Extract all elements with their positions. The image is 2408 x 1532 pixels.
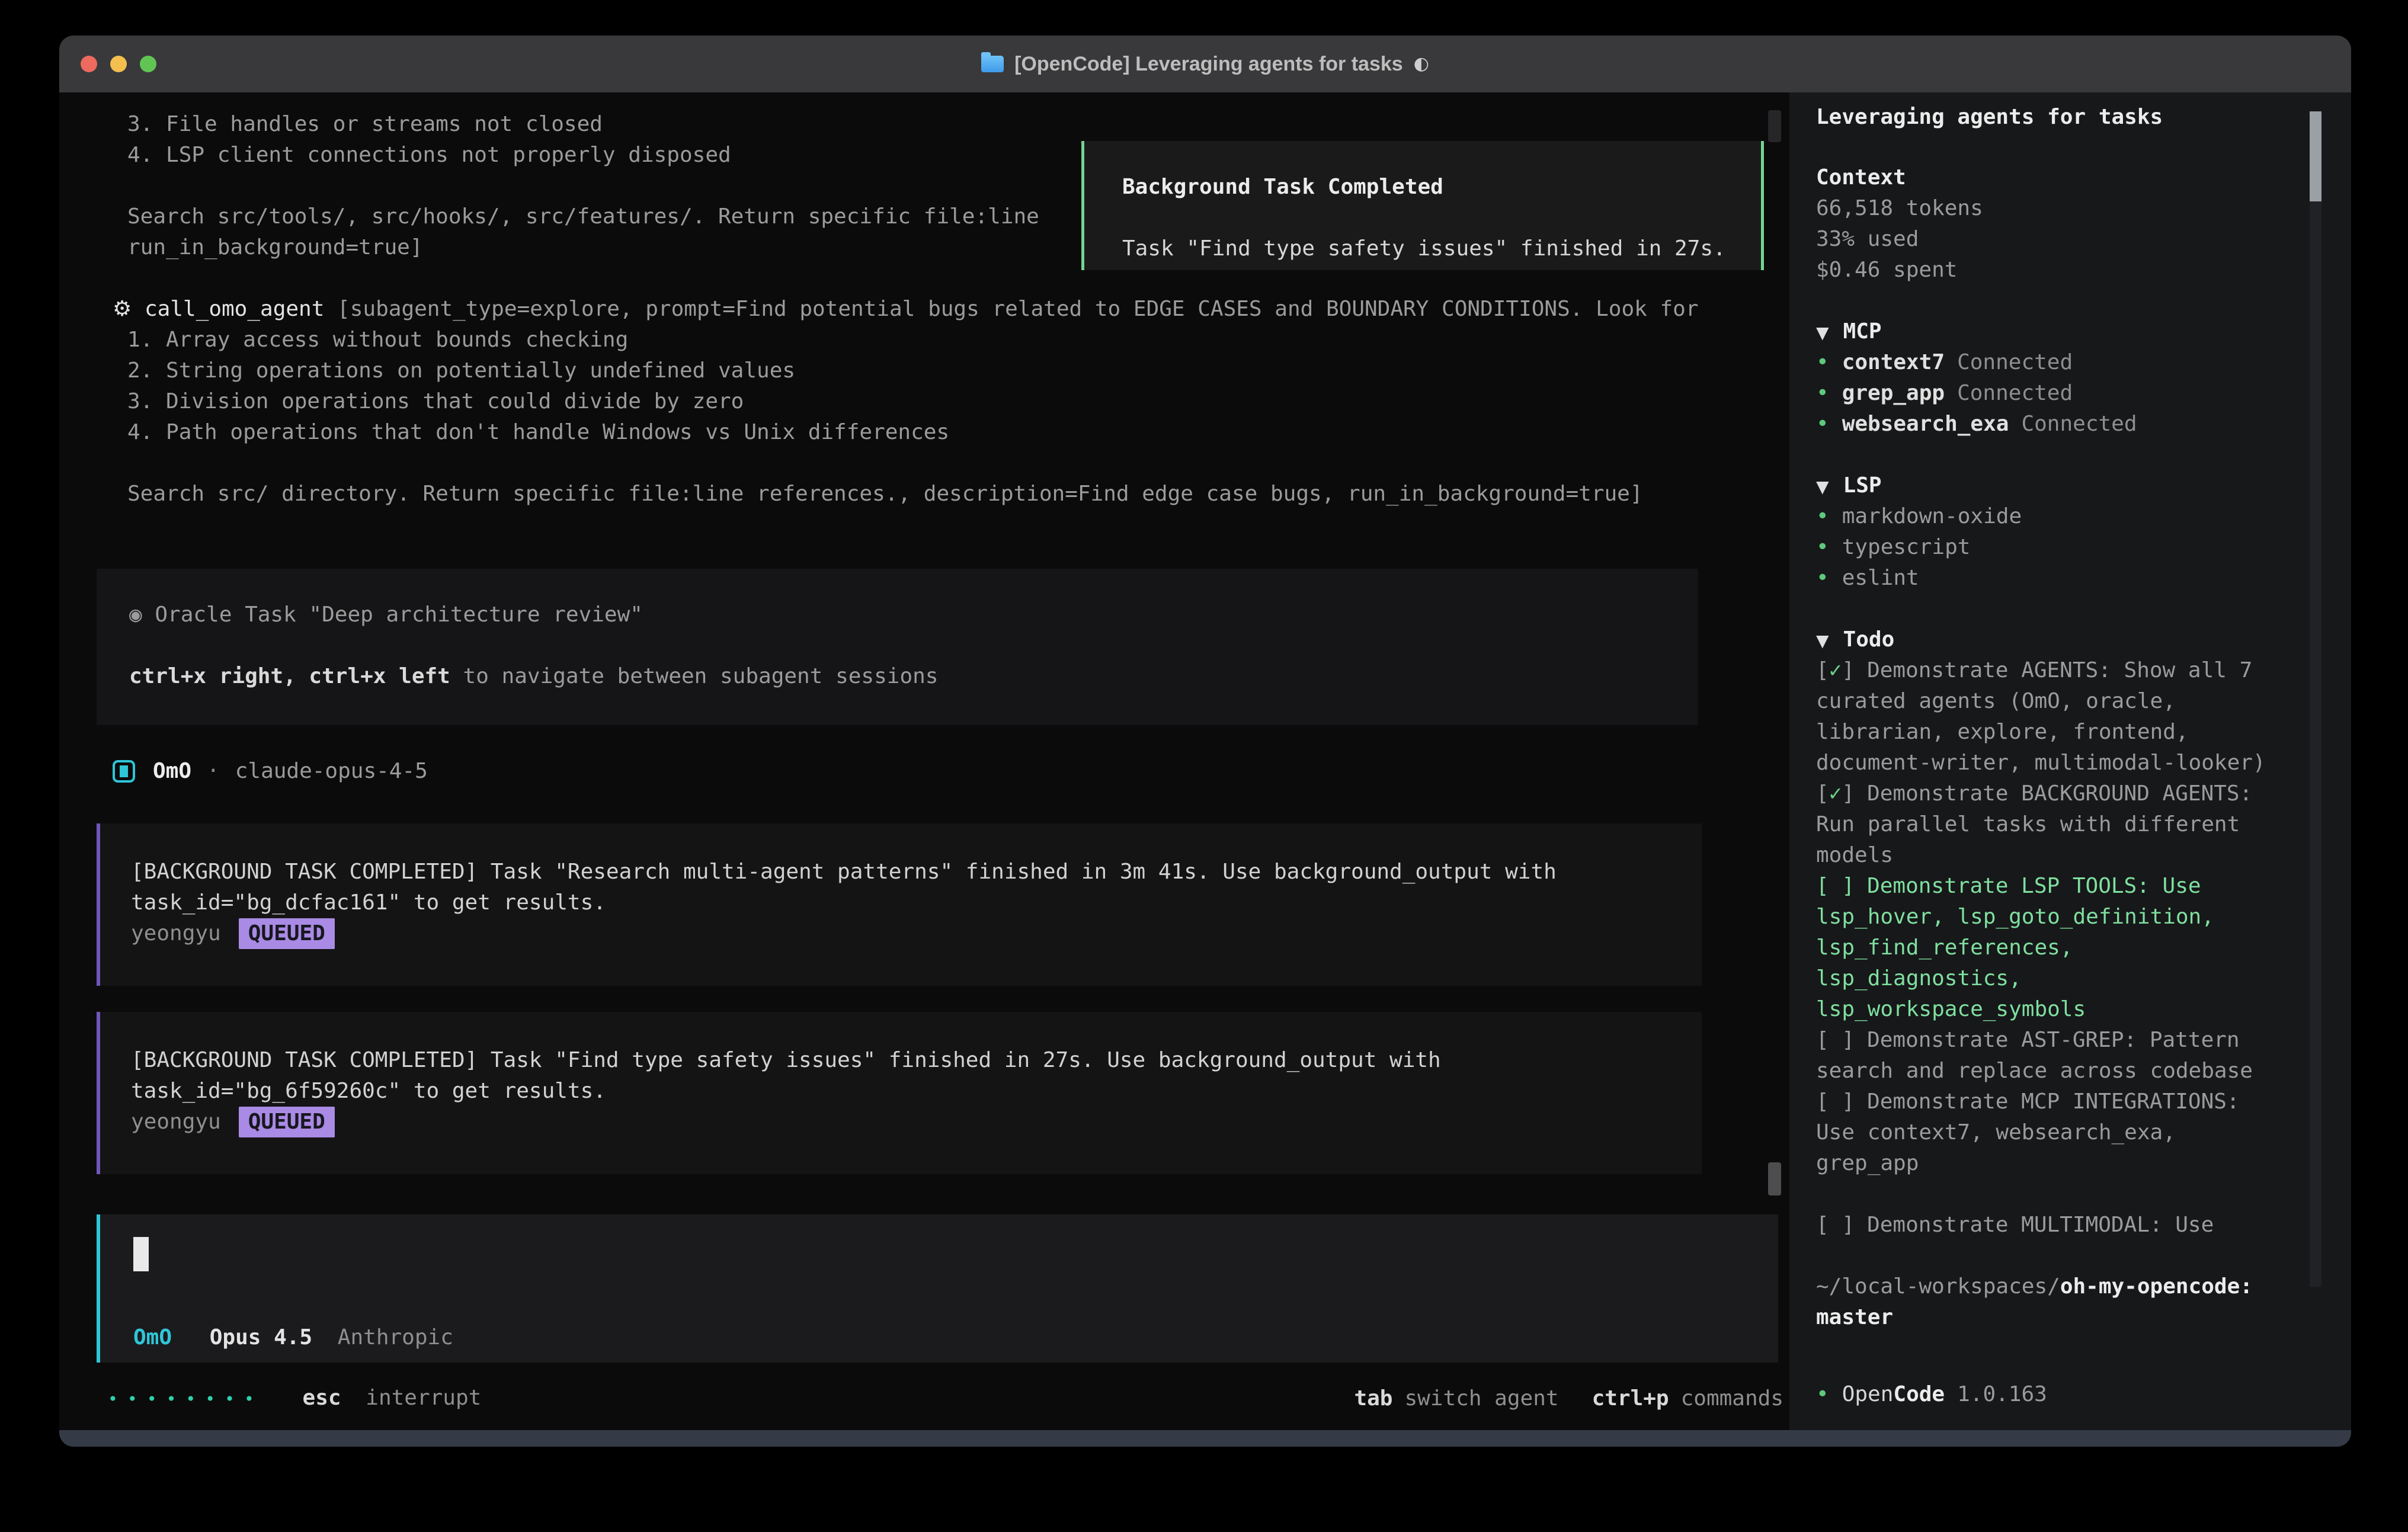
- oracle-hint-keys: ctrl+x right, ctrl+x left: [129, 664, 450, 688]
- statusbar: •••••••• esc interrupt tab switch agent …: [108, 1383, 1783, 1415]
- screenshot-stage: [OpenCode] Leveraging agents for tasks ◐…: [0, 0, 2408, 1532]
- mcp-item: •websearch_exaConnected: [1816, 409, 2290, 440]
- task-message-meta: yeongyu QUEUED: [131, 918, 335, 949]
- session-title: Leveraging agents for tasks: [1816, 102, 2290, 133]
- task-message-body: [BACKGROUND TASK COMPLETED] Task "Find t…: [131, 1045, 1648, 1107]
- status-dot-icon: •: [1816, 535, 1829, 559]
- mcp-item: •context7Connected: [1816, 347, 2290, 378]
- status-dot-icon: •: [1816, 412, 1829, 436]
- chevron-down-icon: ▼: [1816, 631, 1829, 650]
- chevron-down-icon: ▼: [1816, 477, 1829, 496]
- input-model-label: Opus 4.5: [210, 1325, 312, 1350]
- half-circle-indicator-icon: ◐: [1414, 49, 1429, 79]
- statusbar-right: tab switch agent ctrl+p commands: [1354, 1383, 1783, 1414]
- oracle-task-title: ◉ Oracle Task "Deep architecture review": [129, 600, 643, 630]
- agent-name: OmO: [153, 756, 191, 787]
- chevron-down-icon: ▼: [1816, 323, 1829, 342]
- transcript-line: 3. File handles or streams not closed: [127, 109, 603, 140]
- background-task-toast: Background Task Completed Task "Find typ…: [1081, 141, 1764, 270]
- checkbox-checked-icon: [✓]: [1816, 658, 1855, 682]
- lsp-section-header[interactable]: ▼LSP: [1816, 470, 2290, 502]
- window-bottom-bar: [59, 1430, 2351, 1447]
- sidebar-scrollbar-track[interactable]: [2310, 111, 2321, 1287]
- input-meta: OmO Opus 4.5 Anthropic: [133, 1322, 453, 1353]
- context-heading: Context: [1816, 162, 2290, 193]
- todo-item: [ ]Demonstrate MCP INTEGRATIONS: Use con…: [1816, 1086, 2290, 1179]
- toast-body: Task "Find type safety issues" finished …: [1122, 233, 1726, 264]
- status-dot-icon: •: [1816, 381, 1829, 405]
- context-tokens: 66,518 tokens: [1816, 193, 2290, 224]
- todo-item: [ ]Demonstrate AST-GREP: Pattern search …: [1816, 1025, 2290, 1086]
- prompt-input[interactable]: OmO Opus 4.5 Anthropic: [97, 1214, 1778, 1363]
- task-message-meta: yeongyu QUEUED: [131, 1107, 335, 1137]
- window-title: [OpenCode] Leveraging agents for tasks: [1014, 49, 1403, 79]
- tab-key-hint: tab: [1354, 1383, 1392, 1414]
- status-dot-icon: •: [1816, 1382, 1829, 1406]
- toast-title: Background Task Completed: [1122, 172, 1443, 203]
- todo-item-active: [ ]Demonstrate LSP TOOLS: Use lsp_hover,…: [1816, 871, 2290, 1025]
- oracle-hint-text: to navigate between subagent sessions: [450, 664, 939, 688]
- checkbox-empty-icon: [ ]: [1816, 1089, 1855, 1114]
- main-scrollbar-thumb[interactable]: [1768, 1162, 1781, 1196]
- tool-call-tail: Search src/ directory. Return specific f…: [127, 479, 1643, 509]
- ctrlp-key-hint: ctrl+p: [1592, 1383, 1669, 1414]
- lsp-item: •eslint: [1816, 563, 2290, 594]
- agent-header: OmO · claude-opus-4-5: [113, 756, 428, 787]
- text-cursor: [133, 1237, 149, 1271]
- checkbox-empty-icon: [ ]: [1816, 1028, 1855, 1052]
- lsp-item: •typescript: [1816, 532, 2290, 563]
- oracle-task-hint: ctrl+x right, ctrl+x left to navigate be…: [129, 661, 938, 692]
- titlebar: [OpenCode] Leveraging agents for tasks ◐: [59, 36, 2351, 92]
- workspace-path: ~/local-workspaces/oh-my-opencode: maste…: [1816, 1271, 2290, 1333]
- transcript-line: 4. LSP client connections not properly d…: [127, 140, 731, 171]
- task-message: [BACKGROUND TASK COMPLETED] Task "Resear…: [97, 823, 1702, 986]
- task-author: yeongyu: [131, 1107, 221, 1137]
- gear-icon: ⚙: [113, 297, 132, 321]
- tab-key-label: switch agent: [1404, 1383, 1558, 1414]
- todo-item: [✓]Demonstrate AGENTS: Show all 7 curate…: [1816, 655, 2290, 778]
- mcp-section-header[interactable]: ▼MCP: [1816, 316, 2290, 348]
- status-badge: QUEUED: [239, 918, 335, 949]
- todo-item: [ ]Demonstrate MULTIMODAL: Use: [1816, 1210, 2290, 1241]
- main-scrollbar-thumb[interactable]: [1768, 110, 1781, 142]
- input-agent-label: OmO: [133, 1325, 172, 1350]
- tool-call-line: ⚙ call_omo_agent [subagent_type=explore,…: [113, 294, 1699, 325]
- status-dot-icon: •: [1816, 566, 1829, 590]
- lsp-item: •markdown-oxide: [1816, 501, 2290, 532]
- tool-call-name: call_omo_agent: [145, 297, 324, 321]
- task-message-body: [BACKGROUND TASK COMPLETED] Task "Resear…: [131, 857, 1648, 918]
- status-badge: QUEUED: [239, 1107, 335, 1137]
- context-used: 33% used: [1816, 224, 2290, 255]
- mcp-item: •grep_appConnected: [1816, 378, 2290, 409]
- checkbox-checked-icon: [✓]: [1816, 781, 1855, 806]
- tool-call-args: [subagent_type=explore, prompt=Find pote…: [324, 297, 1698, 321]
- status-dot-icon: •: [1816, 504, 1829, 528]
- omo-agent-icon: [113, 760, 135, 783]
- input-provider-label: Anthropic: [338, 1325, 453, 1350]
- transcript-line: Search src/tools/, src/hooks/, src/featu…: [127, 201, 1039, 232]
- statusbar-left: •••••••• esc interrupt: [108, 1383, 481, 1415]
- sidebar-scrollbar-thumb[interactable]: [2310, 111, 2321, 201]
- folder-icon: [981, 56, 1004, 72]
- task-message: [BACKGROUND TASK COMPLETED] Task "Find t…: [97, 1012, 1702, 1174]
- spinner-dots-icon: ••••••••: [108, 1389, 264, 1409]
- esc-key-hint: esc: [303, 1386, 341, 1410]
- todo-item: [✓]Demonstrate BACKGROUND AGENTS: Run pa…: [1816, 778, 2290, 871]
- checkbox-empty-icon: [ ]: [1816, 874, 1855, 898]
- agent-model: claude-opus-4-5: [235, 756, 428, 787]
- status-dot-icon: •: [1816, 350, 1829, 374]
- ctrlp-key-label: commands: [1681, 1383, 1783, 1414]
- window-title-wrap: [OpenCode] Leveraging agents for tasks ◐: [59, 36, 2351, 92]
- version-line: •OpenCode1.0.163: [1816, 1379, 2290, 1410]
- esc-key-label: interrupt: [366, 1386, 481, 1410]
- agent-separator: ·: [207, 756, 220, 787]
- transcript-line: run_in_background=true]: [127, 232, 423, 263]
- context-spent: $0.46 spent: [1816, 255, 2290, 286]
- tool-call-list: 1. Array access without bounds checking …: [127, 325, 949, 448]
- todo-section-header[interactable]: ▼Todo: [1816, 624, 2290, 656]
- oracle-task-box[interactable]: ◉ Oracle Task "Deep architecture review"…: [97, 569, 1698, 725]
- checkbox-empty-icon: [ ]: [1816, 1213, 1855, 1237]
- task-author: yeongyu: [131, 918, 221, 949]
